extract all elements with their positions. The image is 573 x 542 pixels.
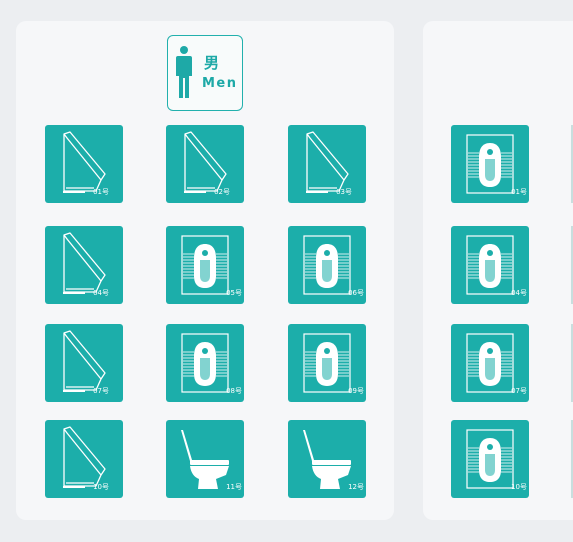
stall-number: 01号	[511, 188, 527, 196]
stall-squat-toilet[interactable]: 09号	[288, 324, 366, 402]
stall-sitting-toilet[interactable]: 11号	[166, 420, 244, 498]
stall-urinal[interactable]: 04号	[45, 226, 123, 304]
urinal-icon	[62, 131, 106, 193]
urinal-icon	[62, 232, 106, 294]
stall-squat-toilet[interactable]: 01号	[451, 125, 529, 203]
stall-number: 02号	[214, 188, 230, 196]
stall-squat-toilet[interactable]: 05号	[166, 226, 244, 304]
stall-squat-toilet[interactable]: 10号	[451, 420, 529, 498]
stall-number: 09号	[348, 387, 364, 395]
stall-number: 08号	[226, 387, 242, 395]
stall-number: 04号	[93, 289, 109, 297]
stall-squat-toilet[interactable]: 06号	[288, 226, 366, 304]
stall-squat-toilet[interactable]: 04号	[451, 226, 529, 304]
stall-number: 12号	[348, 483, 364, 491]
men-restroom-panel: 男 Men 01号 02号 03号 04号 05号 06号 07号 08号 09…	[16, 21, 394, 520]
stall-number: 03号	[336, 188, 352, 196]
stall-number: 01号	[93, 188, 109, 196]
stall-number: 10号	[511, 483, 527, 491]
stall-number: 05号	[226, 289, 242, 297]
urinal-icon	[62, 426, 106, 488]
urinal-icon	[183, 131, 227, 193]
stall-urinal[interactable]: 10号	[45, 420, 123, 498]
stall-squat-toilet[interactable]: 07号	[451, 324, 529, 402]
stall-squat-toilet[interactable]: 08号	[166, 324, 244, 402]
men-sign-english: Men	[202, 76, 238, 91]
stall-urinal[interactable]: 03号	[288, 125, 366, 203]
stall-number: 11号	[226, 483, 242, 491]
men-sign: 男 Men	[167, 35, 243, 111]
stall-urinal[interactable]: 07号	[45, 324, 123, 402]
stall-number: 10号	[93, 483, 109, 491]
stall-number: 06号	[348, 289, 364, 297]
urinal-icon	[305, 131, 349, 193]
stall-number: 04号	[511, 289, 527, 297]
stall-urinal[interactable]: 02号	[166, 125, 244, 203]
stall-number: 07号	[93, 387, 109, 395]
men-sign-chinese: 男	[204, 54, 220, 72]
urinal-icon	[62, 330, 106, 392]
stall-sitting-toilet[interactable]: 12号	[288, 420, 366, 498]
women-restroom-panel: 01号 04号 07号 10号	[423, 21, 573, 520]
man-icon	[176, 46, 192, 98]
stall-number: 07号	[511, 387, 527, 395]
stall-urinal[interactable]: 01号	[45, 125, 123, 203]
